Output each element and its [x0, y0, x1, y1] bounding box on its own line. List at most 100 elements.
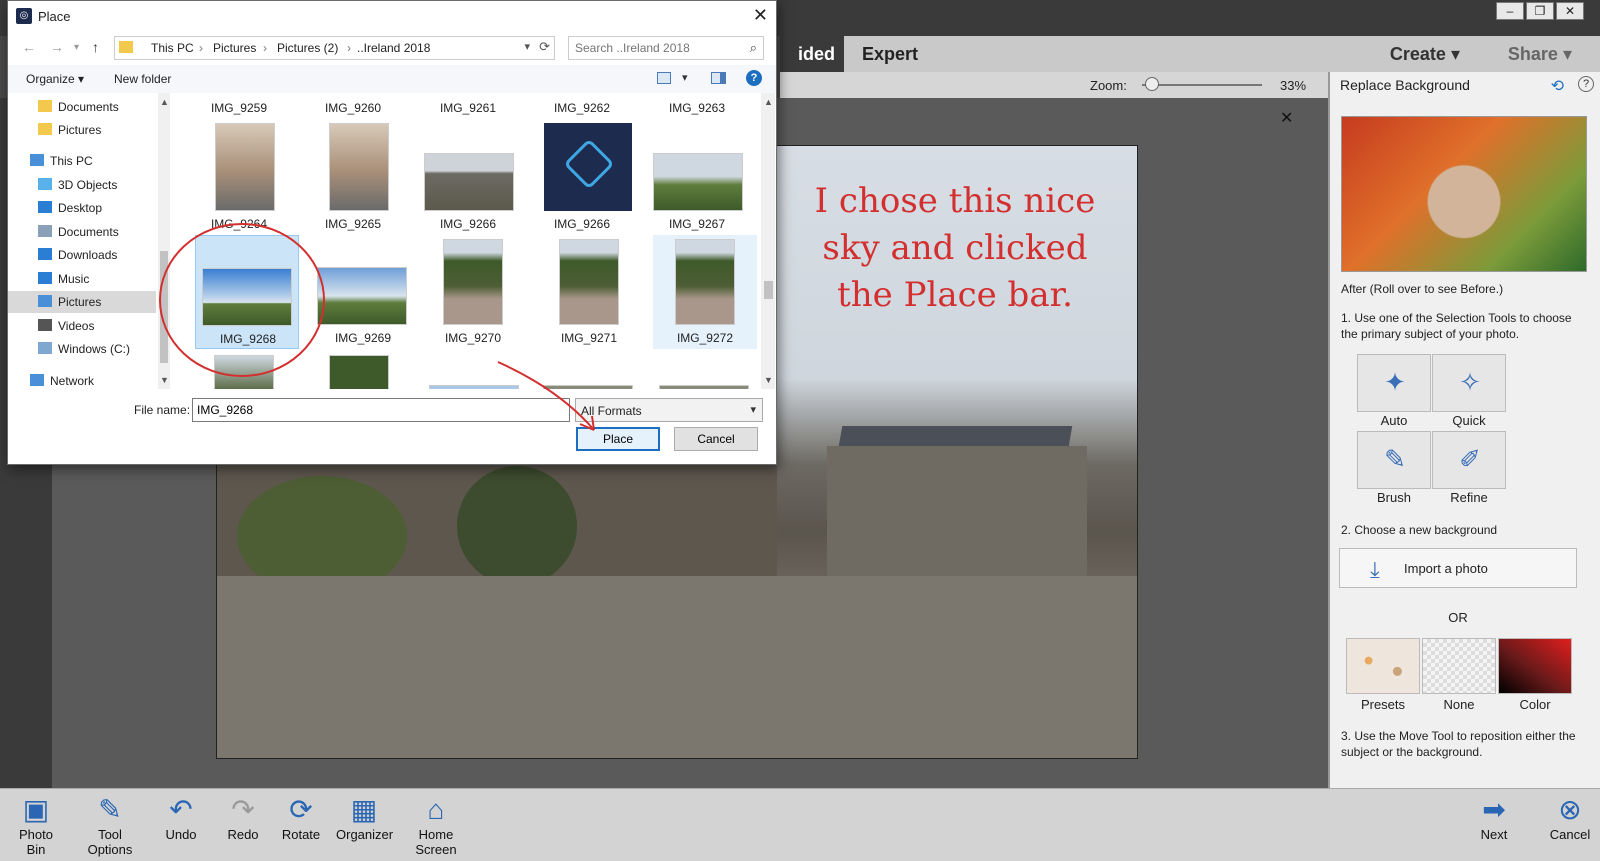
nav-item-documents[interactable]: Documents: [38, 221, 119, 243]
forward-arrow-icon[interactable]: →: [50, 39, 64, 55]
color-swatch[interactable]: [1498, 638, 1572, 694]
nav-item-pictures-quick[interactable]: Pictures: [38, 119, 101, 141]
organize-button[interactable]: Organize ▾: [26, 72, 84, 86]
file-tile[interactable]: IMG_9271: [537, 235, 641, 349]
view-mode-icon[interactable]: [657, 72, 671, 84]
presets-swatch[interactable]: [1346, 638, 1420, 694]
file-grid-scrollbar[interactable]: ▲ ▼: [761, 93, 775, 389]
chevron-down-icon[interactable]: ▾: [682, 71, 688, 84]
breadcrumb-pictures[interactable]: Pictures: [213, 41, 256, 55]
scroll-down-icon[interactable]: ▼: [764, 375, 773, 385]
nav-item-pictures[interactable]: Pictures: [8, 291, 156, 313]
photo-bin-button[interactable]: ▣ Photo Bin: [8, 793, 64, 857]
organizer-icon: ▦: [350, 794, 378, 825]
nav-item-network[interactable]: Network: [30, 370, 94, 392]
refine-selection-button[interactable]: ✐: [1432, 431, 1506, 489]
breadcrumb-ireland-2018[interactable]: ..Ireland 2018: [357, 41, 430, 55]
nav-item-desktop[interactable]: Desktop: [38, 197, 102, 219]
file-tile[interactable]: IMG_9270: [421, 235, 525, 349]
none-swatch[interactable]: [1422, 638, 1496, 694]
next-button[interactable]: ➡ Next: [1474, 793, 1514, 842]
file-type-select[interactable]: All Formats ▾: [575, 398, 763, 422]
place-button[interactable]: Place: [576, 427, 660, 451]
file-tile[interactable]: IMG_9269: [311, 235, 415, 349]
scroll-up-icon[interactable]: ▲: [764, 97, 773, 107]
bottom-toolbar: ▣ Photo Bin ✎ Tool Options ↶ Undo ↷ Redo ⟳ Ro…: [0, 788, 1600, 861]
file-label[interactable]: IMG_9261: [416, 101, 520, 115]
close-icon[interactable]: ✕: [1280, 108, 1293, 128]
organizer-button[interactable]: ▦ Organizer: [336, 793, 393, 842]
download-icon: [38, 248, 52, 260]
refresh-icon[interactable]: ⟳: [539, 39, 550, 55]
recent-dropdown-icon[interactable]: ▾: [74, 42, 79, 53]
after-preview-image[interactable]: [1341, 116, 1587, 272]
cancel-button[interactable]: Cancel: [674, 427, 758, 451]
chevron-down-icon[interactable]: ▾: [524, 40, 530, 53]
nav-item-videos[interactable]: Videos: [38, 315, 94, 337]
cancel-guided-button[interactable]: ⊗ Cancel: [1546, 793, 1594, 842]
file-thumbnail[interactable]: [543, 385, 633, 389]
minimize-button[interactable]: –: [1496, 2, 1524, 20]
dialog-close-button[interactable]: ✕: [753, 5, 768, 26]
file-tile[interactable]: IMG_9266: [416, 121, 520, 235]
new-folder-button[interactable]: New folder: [114, 72, 171, 86]
rotate-button[interactable]: ⟳ Rotate: [278, 793, 324, 842]
search-box[interactable]: ⌕: [568, 36, 764, 60]
nav-item-documents-quick[interactable]: Documents: [38, 96, 119, 118]
breadcrumb-this-pc[interactable]: This PC: [151, 41, 194, 55]
undo-button[interactable]: ↶ Undo: [160, 793, 202, 842]
search-input[interactable]: [575, 41, 735, 55]
redo-button[interactable]: ↷ Redo: [222, 793, 264, 842]
nav-item-windows-c[interactable]: Windows (C:): [38, 338, 130, 360]
help-icon[interactable]: ?: [1578, 76, 1594, 92]
file-thumbnail[interactable]: [329, 355, 389, 389]
home-screen-button[interactable]: ⌂ Home Screen: [398, 793, 474, 857]
nav-item-music[interactable]: Music: [38, 268, 89, 290]
file-label: IMG_9266: [553, 217, 611, 231]
tab-expert[interactable]: Expert: [862, 36, 918, 72]
preview-pane-icon[interactable]: [711, 72, 726, 84]
zoom-slider-track[interactable]: [1142, 84, 1262, 86]
file-label[interactable]: IMG_9259: [187, 101, 291, 115]
back-arrow-icon[interactable]: ←: [22, 39, 36, 55]
restore-button[interactable]: ❐: [1526, 2, 1554, 20]
file-tile[interactable]: IMG_9265: [301, 121, 405, 235]
help-icon[interactable]: ?: [746, 70, 762, 86]
up-arrow-icon[interactable]: ↑: [92, 39, 99, 55]
navigation-scrollbar[interactable]: ▲ ▼: [158, 93, 170, 389]
reset-icon[interactable]: ⟲: [1551, 76, 1564, 96]
file-label[interactable]: IMG_9260: [301, 101, 405, 115]
breadcrumb-pictures-2[interactable]: Pictures (2): [277, 41, 338, 55]
brush-selection-button[interactable]: ✎: [1357, 431, 1431, 489]
file-label[interactable]: IMG_9263: [645, 101, 749, 115]
file-tile[interactable]: IMG_9266: [530, 121, 634, 235]
create-menu-button[interactable]: Create ▾: [1390, 36, 1460, 72]
file-label[interactable]: IMG_9262: [530, 101, 634, 115]
scrollbar-thumb[interactable]: [160, 251, 168, 363]
zoom-slider-thumb[interactable]: [1144, 77, 1159, 91]
nav-item-downloads[interactable]: Downloads: [38, 244, 117, 266]
auto-selection-button[interactable]: ✦: [1357, 354, 1431, 412]
share-menu-button[interactable]: Share ▾: [1508, 36, 1572, 72]
address-bar[interactable]: This PC › Pictures › Pictures (2) › ..Ir…: [114, 36, 555, 60]
file-thumbnail[interactable]: [659, 385, 749, 389]
tool-options-label: Tool Options: [87, 827, 133, 857]
file-thumbnail[interactable]: [214, 355, 274, 389]
file-tile-selected[interactable]: IMG_9268: [195, 235, 299, 349]
scroll-down-icon[interactable]: ▼: [160, 375, 169, 385]
tool-options-button[interactable]: ✎ Tool Options: [74, 793, 146, 857]
nav-item-this-pc[interactable]: This PC: [30, 150, 93, 172]
app-logo-icon: ◎: [16, 8, 32, 24]
file-tile[interactable]: IMG_9267: [645, 121, 749, 235]
file-thumbnail[interactable]: [429, 385, 519, 389]
file-name-input[interactable]: [192, 398, 570, 422]
file-tile[interactable]: IMG_9264: [187, 121, 291, 235]
import-photo-button[interactable]: ⤓ Import a photo: [1339, 548, 1577, 588]
file-tile-hover[interactable]: IMG_9272: [653, 235, 757, 349]
quick-selection-button[interactable]: ✧: [1432, 354, 1506, 412]
tab-guided[interactable]: ided: [780, 36, 844, 72]
nav-item-3d-objects[interactable]: 3D Objects: [38, 174, 117, 196]
close-window-button[interactable]: ✕: [1556, 2, 1584, 20]
scrollbar-thumb[interactable]: [764, 281, 773, 299]
scroll-up-icon[interactable]: ▲: [160, 97, 169, 107]
